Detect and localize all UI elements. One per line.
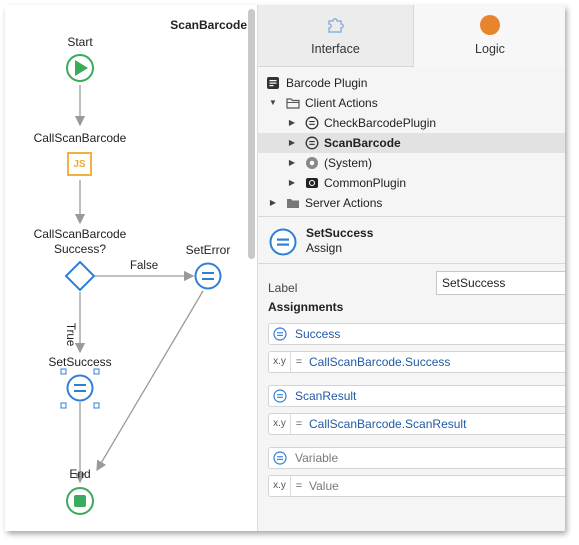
js-icon: JS [73,159,86,170]
selection-handle [93,402,100,409]
end-label: End [69,467,91,481]
tree-item-scanbarcode[interactable]: ▶ ScanBarcode [258,133,565,153]
canvas-scrollbar[interactable] [248,9,255,259]
assignment-value-field[interactable]: x.y = CallScanBarcode.Success [268,351,565,373]
tab-interface[interactable]: Interface [258,5,414,67]
system-icon [306,157,318,169]
assignment-variable-field[interactable]: Variable [268,447,565,469]
assignment-value-placeholder: Value [309,479,339,493]
end-node[interactable] [66,487,94,515]
seterror-label: SetError [185,243,231,257]
assignment-value-field[interactable]: x.y = CallScanBarcode.ScanResult [268,413,565,435]
start-label: Start [67,35,93,49]
tab-logic-label: Logic [475,42,505,56]
divider [258,263,565,264]
decision-node[interactable] [64,260,96,292]
false-edge-label: False [130,260,159,272]
assignment-variable-placeholder: Variable [295,451,339,465]
chevron-down-icon[interactable]: ▼ [268,93,278,113]
equals-sign: = [295,356,303,368]
equals-sign: = [295,480,303,492]
selection-handle [60,368,67,375]
chevron-right-icon[interactable]: ▶ [287,173,297,193]
selection-handle [60,402,67,409]
client-action-icon [305,136,319,150]
folder-open-icon [286,98,300,109]
tree-item-label: Barcode Plugin [286,76,368,90]
chevron-right-icon[interactable]: ▶ [268,193,278,213]
tree-item-server-actions[interactable]: ▶ Server Actions [258,193,565,213]
decision-label-line2: Success? [53,242,107,256]
tree-item-label: ScanBarcode [324,136,401,150]
divider [258,216,565,217]
assign-variable-icon [273,389,287,403]
folder-icon [287,199,299,208]
equals-sign: = [295,418,303,430]
tree-item-barcode-plugin[interactable]: Barcode Plugin [258,73,565,93]
tab-logic[interactable]: Logic [414,5,565,67]
seterror-node[interactable] [194,262,222,290]
puzzle-icon [327,18,344,33]
assignment-value: CallScanBarcode.Success [309,355,451,369]
properties-header: SetSuccess Assign [268,225,558,259]
expression-icon[interactable]: x.y [269,352,291,372]
tree-item-commonplugin[interactable]: ▶ CommonPlugin [258,173,565,193]
assignments-title: Assignments [268,300,344,314]
tree-item-checkbarcodeplugin[interactable]: ▶ CheckBarcodePlugin [258,113,565,133]
tree-item-label: (System) [324,156,372,170]
chevron-right-icon[interactable]: ▶ [287,113,297,133]
assignment-value: CallScanBarcode.ScanResult [309,417,467,431]
window: ScanBarcode Start CallScanBarcode JS Cal… [5,5,565,531]
call-label: CallScanBarcode [33,131,127,145]
assignment-variable-field[interactable]: Success [268,323,565,345]
flow-title: ScanBarcode [170,18,247,32]
label-field-caption: Label [268,281,298,295]
selection-handle [93,368,100,375]
assign-variable-icon [273,327,287,341]
tree-item-system[interactable]: ▶ (System) [258,153,565,173]
right-panel: Interface Logic Barcode Plugin ▼ Client … [257,5,565,531]
expression-icon[interactable]: x.y [269,414,291,434]
properties-title: SetSuccess [306,226,374,240]
connector-seterror-end [96,290,204,472]
assign-icon [269,228,297,256]
panel-tabs: Interface Logic [258,5,565,67]
flow-canvas[interactable]: ScanBarcode Start CallScanBarcode JS Cal… [5,5,255,531]
stop-icon [74,495,86,507]
logic-dot-icon [479,14,501,36]
tree-item-label: CommonPlugin [324,176,407,190]
chevron-right-icon[interactable]: ▶ [287,133,297,153]
assignment-variable: ScanResult [295,389,357,403]
tree-item-client-actions[interactable]: ▼ Client Actions [258,93,565,113]
tree-item-label: CheckBarcodePlugin [324,116,437,130]
true-edge-label: True [64,323,76,347]
expression-icon[interactable]: x.y [269,476,291,496]
client-action-icon [305,116,319,130]
assignment-value-field[interactable]: x.y = Value [268,475,565,497]
assignment-variable-field[interactable]: ScanResult [268,385,565,407]
assign-variable-icon [273,451,287,465]
properties-subtitle: Assign [306,241,343,255]
tree-item-label: Server Actions [305,196,383,210]
chevron-right-icon[interactable]: ▶ [287,153,297,173]
decision-label-line1: CallScanBarcode [33,227,127,241]
tree-item-label: Client Actions [305,96,378,110]
start-node[interactable] [66,54,94,82]
common-plugin-icon [306,178,318,188]
setsuccess-label: SetSuccess [48,355,112,369]
logic-tree: Barcode Plugin ▼ Client Actions ▶ CheckB… [258,73,565,213]
plugin-module-icon [267,77,279,89]
assignment-variable: Success [295,327,341,341]
label-field[interactable]: SetSuccess [436,271,565,295]
tab-interface-label: Interface [311,42,360,56]
